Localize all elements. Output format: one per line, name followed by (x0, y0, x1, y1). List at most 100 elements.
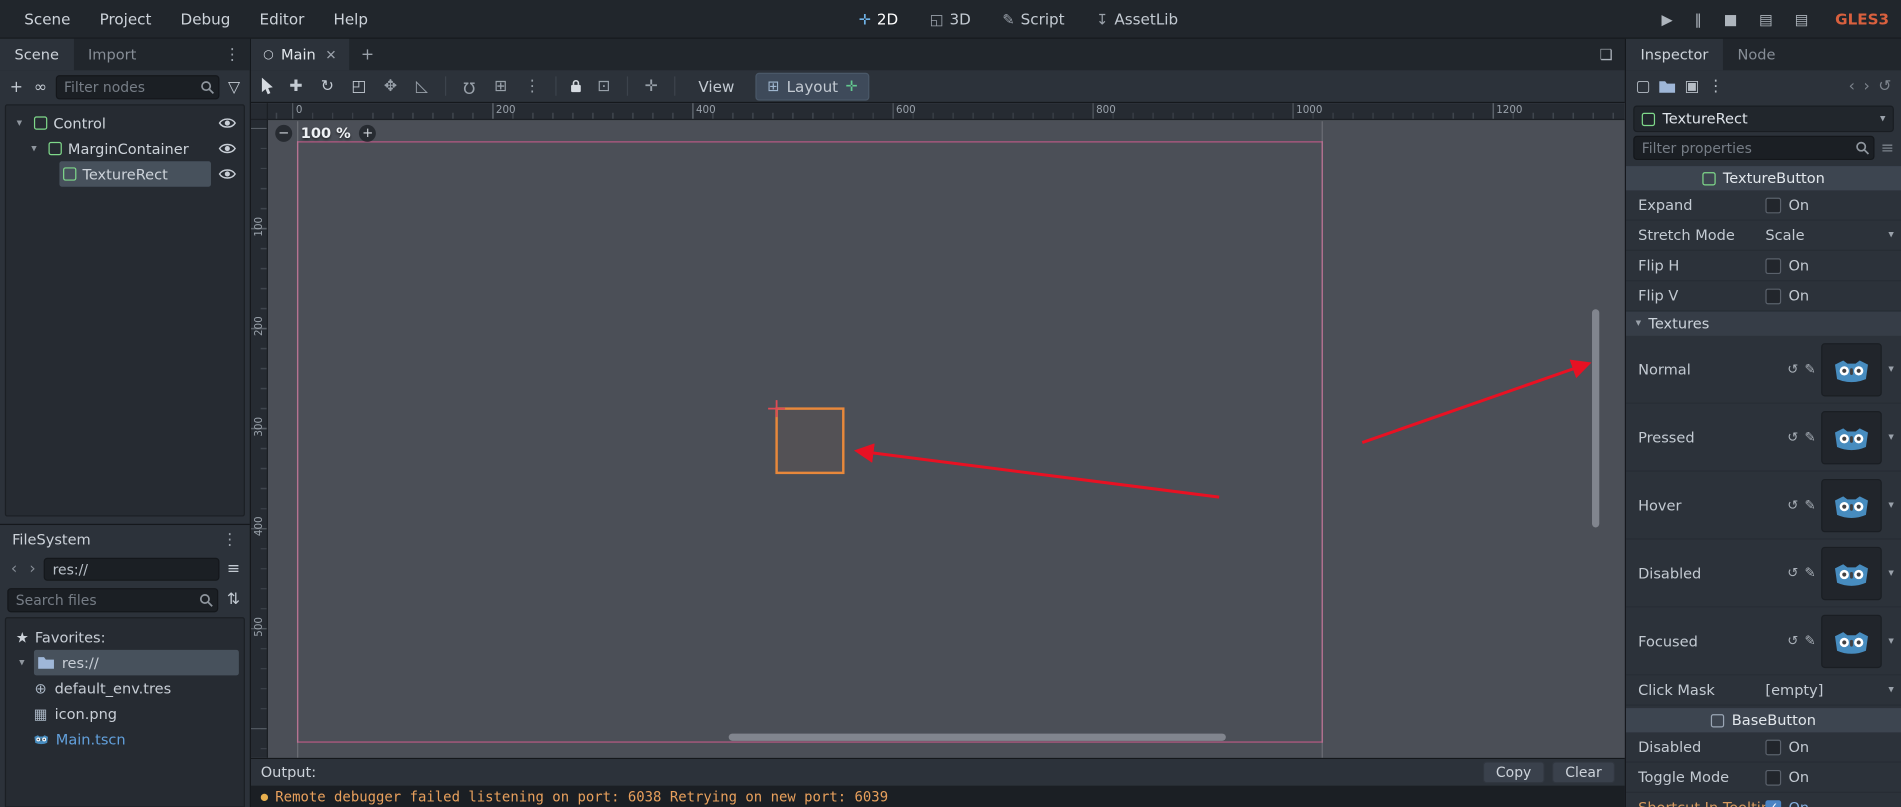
section-textures[interactable]: ▾ Textures (1625, 311, 1901, 336)
flip-v-checkbox[interactable] (1765, 287, 1782, 304)
save-resource-icon[interactable]: ▣ (1685, 78, 1700, 96)
stretch-mode-dropdown[interactable]: Scale ▾ (1765, 227, 1894, 244)
load-resource-folder-icon[interactable] (1659, 80, 1676, 93)
filter-nodes-input[interactable] (55, 75, 220, 100)
skeleton-options-icon[interactable]: ✛ (640, 77, 662, 95)
copy-button[interactable]: Copy (1482, 761, 1545, 784)
tree-node-margincontainer[interactable]: ▾ MarginContainer (6, 136, 244, 161)
tab-scene[interactable]: Scene (0, 38, 74, 71)
collapse-caret-icon[interactable]: ▾ (16, 657, 28, 669)
history-forward-icon[interactable]: › (1863, 78, 1869, 96)
screen-assetlib-button[interactable]: ↧ AssetLib (1086, 6, 1187, 31)
history-forward-icon[interactable]: › (26, 560, 40, 578)
select-tool-icon[interactable] (261, 78, 276, 95)
move-tool-icon[interactable]: ✚ (285, 77, 307, 95)
texture-preview[interactable] (1821, 342, 1883, 396)
snap-options-icon[interactable]: ⋮ (521, 77, 543, 95)
screen-2d-button[interactable]: ✛ 2D (849, 6, 908, 31)
add-node-icon[interactable]: + (7, 78, 25, 96)
menu-debug[interactable]: Debug (168, 6, 242, 31)
revert-icon[interactable]: ↺ (1787, 429, 1798, 445)
resource-menu-icon[interactable]: ⋮ (1708, 78, 1724, 96)
smart-snap-magnet-icon[interactable]: Ω (458, 77, 480, 95)
group-object-icon[interactable]: ⊡ (593, 77, 615, 95)
tree-node-control[interactable]: ▾ Control (6, 110, 244, 135)
texture-preview[interactable] (1821, 614, 1883, 668)
distraction-free-icon[interactable]: ❏ (1587, 39, 1624, 71)
visibility-eye-icon[interactable] (216, 167, 239, 180)
selected-node-rect[interactable] (775, 407, 845, 475)
object-history-icon[interactable]: ↺ (1878, 78, 1891, 96)
folder-row-res[interactable]: ▾ res:// (6, 649, 244, 676)
dock-menu-icon[interactable]: ⋮ (222, 530, 238, 548)
play-button[interactable]: ▶ (1657, 8, 1678, 30)
instance-scene-link-icon[interactable]: ∞ (31, 78, 49, 96)
new-resource-icon[interactable]: ▢ (1636, 78, 1651, 96)
stop-button[interactable]: ■ (1719, 8, 1742, 30)
edit-resource-icon[interactable]: ✎ (1805, 497, 1816, 513)
scale-tool-icon[interactable]: ◰ (348, 77, 370, 95)
edited-node-selector[interactable]: TextureRect ▾ (1633, 105, 1894, 133)
edit-resource-icon[interactable]: ✎ (1805, 429, 1816, 445)
visibility-eye-icon[interactable] (216, 142, 239, 155)
collapse-caret-icon[interactable]: ▾ (13, 117, 25, 129)
edit-resource-icon[interactable]: ✎ (1805, 361, 1816, 377)
texture-preview[interactable] (1821, 478, 1883, 532)
rotate-tool-icon[interactable]: ↻ (316, 77, 338, 95)
texture-preview[interactable] (1821, 546, 1883, 600)
tab-inspector[interactable]: Inspector (1625, 38, 1723, 71)
flip-h-checkbox[interactable] (1765, 257, 1782, 274)
scene-tab-main[interactable]: ○ Main ✕ (250, 38, 349, 71)
close-icon[interactable]: ✕ (323, 47, 336, 63)
revert-icon[interactable]: ↺ (1787, 633, 1798, 649)
menu-scene[interactable]: Scene (12, 6, 82, 31)
collapse-caret-icon[interactable]: ▾ (28, 142, 40, 154)
layout-menu-button[interactable]: ⊞ Layout ✛ (754, 72, 870, 101)
chevron-down-icon[interactable]: ▾ (1888, 363, 1893, 375)
disabled-checkbox[interactable] (1765, 739, 1782, 755)
dock-menu-icon[interactable]: ⋮ (215, 45, 250, 63)
chevron-down-icon[interactable]: ▾ (1888, 431, 1893, 443)
pan-tool-icon[interactable]: ✥ (380, 77, 402, 95)
screen-3d-button[interactable]: ◱ 3D (920, 6, 981, 31)
display-mode-icon[interactable]: ≡ (224, 560, 242, 578)
pause-button[interactable]: ‖ (1690, 8, 1707, 30)
chevron-down-icon[interactable]: ▾ (1888, 499, 1893, 511)
grid-snap-icon[interactable]: ⊞ (490, 77, 512, 95)
screen-script-button[interactable]: ✎ Script (993, 6, 1075, 31)
view-menu-button[interactable]: View (687, 73, 745, 98)
shortcut-in-tooltip-checkbox[interactable]: ✓ (1765, 799, 1782, 807)
texture-preview[interactable] (1821, 410, 1883, 464)
history-back-icon[interactable]: ‹ (7, 560, 21, 578)
current-path[interactable]: res:// (44, 557, 220, 581)
chevron-down-icon[interactable]: ▾ (1888, 567, 1893, 579)
history-back-icon[interactable]: ‹ (1849, 78, 1855, 96)
zoom-in-button[interactable]: + (359, 124, 377, 142)
chevron-down-icon[interactable]: ▾ (1888, 635, 1893, 647)
file-row-default-env[interactable]: ⊕ default_env.tres (6, 675, 244, 700)
play-custom-scene-button[interactable]: ▤ (1790, 8, 1813, 30)
new-scene-tab-button[interactable]: + (349, 39, 386, 71)
horizontal-scrollbar[interactable] (728, 733, 1226, 741)
filter-properties-input[interactable] (1633, 135, 1875, 161)
click-mask-dropdown[interactable]: [empty] ▾ (1765, 681, 1894, 698)
ruler-tool-icon[interactable]: ◺ (411, 77, 433, 95)
file-row-icon-png[interactable]: ▦ icon.png (6, 701, 244, 726)
tune-icon[interactable]: ≡ (1881, 139, 1894, 157)
edit-resource-icon[interactable]: ✎ (1805, 633, 1816, 649)
toggle-mode-checkbox[interactable] (1765, 769, 1782, 786)
edit-resource-icon[interactable]: ✎ (1805, 565, 1816, 581)
tab-node[interactable]: Node (1723, 39, 1790, 71)
revert-icon[interactable]: ↺ (1787, 565, 1798, 581)
tree-node-texturerect[interactable]: TextureRect (6, 161, 244, 187)
visibility-eye-icon[interactable] (216, 116, 239, 129)
clear-button[interactable]: Clear (1551, 761, 1616, 784)
menu-editor[interactable]: Editor (247, 6, 316, 31)
menu-help[interactable]: Help (321, 6, 380, 31)
revert-icon[interactable]: ↺ (1787, 497, 1798, 513)
revert-icon[interactable]: ↺ (1787, 361, 1798, 377)
sort-files-icon[interactable]: ⇅ (224, 590, 242, 608)
vertical-scrollbar[interactable] (1592, 309, 1600, 528)
favorites-row[interactable]: ★ Favorites: (6, 624, 244, 649)
filter-options-icon[interactable]: ▽ (226, 78, 243, 96)
